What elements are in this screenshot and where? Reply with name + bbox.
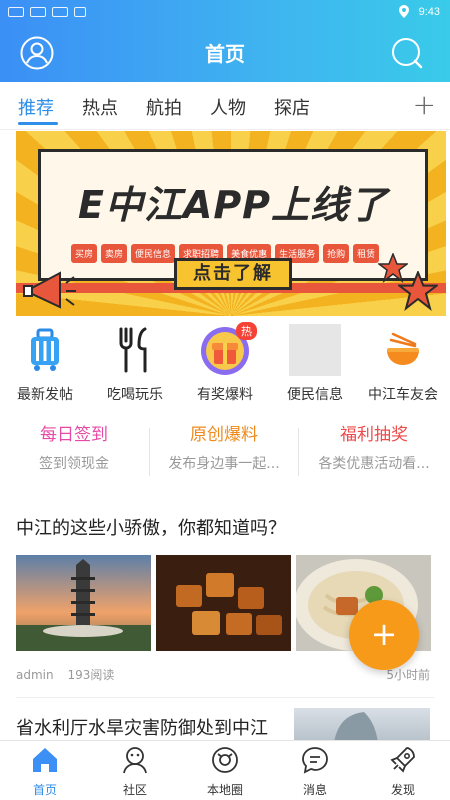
feature-daily-checkin[interactable]: 每日签到 签到领现金: [0, 420, 148, 473]
nav-label: 社区: [122, 783, 147, 797]
shortcut-label: 便民信息: [287, 387, 343, 403]
feature-row: 每日签到 签到领现金 原创爆料 发布身边事一起... 福利抽奖 各类优惠活动看.…: [0, 420, 450, 490]
feature-title: 原创爆料: [190, 425, 258, 445]
shortcut-label: 最新发帖: [17, 387, 73, 403]
shortcut-local-info[interactable]: 便民信息: [270, 322, 360, 404]
article-reads: 193阅读: [67, 668, 115, 682]
article-image-pagoda: [16, 555, 151, 651]
community-icon: [123, 747, 147, 774]
fork-knife-icon: [107, 322, 163, 378]
feature-title: 每日签到: [40, 425, 108, 445]
nav-label: 首页: [32, 783, 57, 797]
feature-subtitle: 发布身边事一起...: [168, 456, 280, 472]
status-right: 9:43: [398, 5, 440, 18]
placeholder-image: [289, 324, 341, 376]
shortcut-reward-tips[interactable]: 热 有奖爆料: [180, 322, 270, 404]
article-card[interactable]: 中江的这些小骄傲，你都知道吗？ admin 193阅读 5小时前: [16, 514, 434, 682]
feature-lottery[interactable]: 福利抽奖 各类优惠活动看...: [300, 420, 448, 473]
app-header: 首页: [0, 26, 450, 82]
feature-subtitle: 各类优惠活动看...: [318, 456, 430, 472]
category-tabs: 推荐 热点 航拍 人物 探店 +: [0, 82, 450, 130]
banner-tag: 租赁: [353, 244, 380, 263]
home-icon: [33, 748, 57, 772]
add-post-button[interactable]: +: [349, 600, 419, 670]
notification-icon: [52, 7, 68, 17]
hot-badge: 热: [236, 322, 257, 340]
divider: [298, 428, 299, 476]
notification-icon: [8, 7, 24, 17]
shortcut-label: 有奖爆料: [197, 387, 253, 403]
tab-recommend[interactable]: 推荐: [18, 94, 54, 120]
notification-icon: [30, 7, 46, 17]
feature-subtitle: 签到领现金: [39, 456, 109, 472]
banner-tag: 便民信息: [131, 244, 176, 263]
notification-icon: [74, 7, 86, 17]
location-icon: [398, 5, 409, 18]
tab-aerial[interactable]: 航拍: [146, 94, 182, 120]
article-title[interactable]: 省水利厅水旱灾害防御处到中江: [16, 714, 268, 740]
feature-original-tips[interactable]: 原创爆料 发布身边事一起...: [150, 420, 298, 473]
shortcut-food-fun[interactable]: 吃喝玩乐: [90, 322, 180, 404]
status-time: 9:43: [418, 5, 440, 18]
feature-title: 福利抽奖: [340, 425, 408, 445]
nav-label: 消息: [302, 783, 327, 797]
tab-store-visit[interactable]: 探店: [274, 94, 310, 120]
nav-home[interactable]: 首页: [0, 745, 90, 798]
search-icon[interactable]: [390, 36, 424, 70]
nav-label: 发现: [390, 783, 415, 797]
notification-icons: [8, 7, 86, 17]
shortcut-label: 中江车友会: [368, 387, 438, 403]
nav-community[interactable]: 社区: [90, 745, 180, 798]
shortcut-grid: 最新发帖 吃喝玩乐 热 有奖爆料 便民信息 中江车友会: [0, 322, 450, 410]
shortcut-car-club[interactable]: 中江车友会: [358, 322, 448, 404]
article-thumbnail: [294, 708, 430, 742]
rocket-icon: [390, 747, 415, 773]
placeholder-icon: [287, 322, 343, 378]
bottom-nav: 首页 社区 本地圈 消息 发现: [0, 740, 450, 800]
shortcut-label: 吃喝玩乐: [107, 387, 163, 403]
banner-title: E中江APP上线了: [77, 183, 389, 227]
noodle-bowl-icon: [375, 322, 431, 378]
tab-hot[interactable]: 热点: [82, 94, 118, 120]
add-tab-button[interactable]: +: [413, 88, 436, 121]
nav-label: 本地圈: [206, 783, 243, 797]
banner-tag: 卖房: [101, 244, 128, 263]
page-title: 首页: [205, 42, 245, 66]
megaphone-icon: [23, 271, 76, 309]
article-title: 中江的这些小骄傲，你都知道吗？: [16, 518, 286, 539]
promo-banner[interactable]: E中江APP上线了 买房 卖房 便民信息 求职招聘 美食优惠 生活服务 抢购 租…: [16, 131, 446, 316]
banner-learn-more-button[interactable]: 点击了解: [174, 258, 292, 290]
gift-icon: 热: [197, 322, 257, 378]
nav-messages[interactable]: 消息: [270, 745, 360, 798]
nav-local-circle[interactable]: 本地圈: [180, 745, 270, 798]
article-meta: admin 193阅读 5小时前: [16, 666, 434, 683]
banner-tag: 抢购: [323, 244, 350, 263]
nav-discover[interactable]: 发现: [358, 745, 448, 798]
message-icon: [302, 747, 328, 774]
active-tab-indicator: [18, 122, 58, 125]
suitcase-icon: [17, 322, 73, 378]
divider: [16, 697, 434, 698]
status-bar: 9:43: [0, 0, 450, 26]
local-circle-icon: [212, 747, 238, 773]
article-author: admin: [16, 668, 54, 682]
tab-people[interactable]: 人物: [210, 94, 246, 120]
star-icon: [398, 271, 438, 311]
shortcut-latest-posts[interactable]: 最新发帖: [0, 322, 90, 404]
article-image-snack: [156, 555, 291, 651]
